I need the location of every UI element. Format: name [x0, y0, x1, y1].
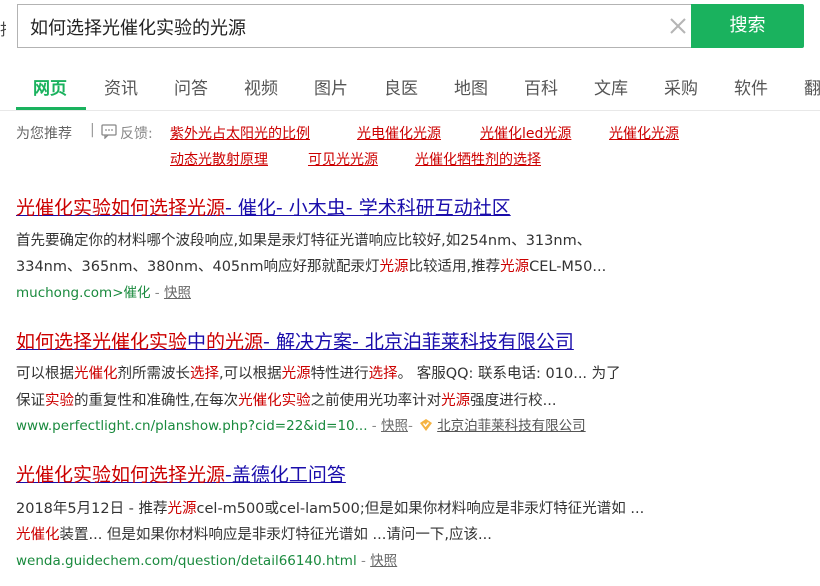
- feedback-icon[interactable]: [101, 124, 117, 139]
- snippet-text: 光催化: [74, 366, 118, 382]
- clipped-text: 找: [0, 16, 6, 40]
- result-title-text: 的光源: [206, 331, 264, 353]
- result-title-link[interactable]: 光催化实验如何选择光源- 催化- 小木虫- 学术科研互动社区: [16, 193, 511, 220]
- result-url-line: wenda.guidechem.com/question/detail66140…: [16, 549, 397, 569]
- active-tab-indicator: [16, 107, 86, 110]
- recommend-link[interactable]: 光催化牺牲剂的选择: [415, 149, 541, 169]
- result-title-text: -盖德化工问答: [225, 464, 346, 486]
- tab-map[interactable]: 地图: [454, 74, 488, 99]
- verified-icon: [420, 419, 433, 431]
- result-title-text: 光催化实验如何选择光源: [16, 197, 226, 219]
- snippet-text: 光源: [167, 501, 197, 517]
- result-url-line: muchong.com>催化 - 快照: [16, 281, 191, 301]
- result-title-text: 中: [187, 331, 207, 353]
- snippet-text: 。 客服QQ: 联系电话: 010... 为了: [397, 366, 621, 382]
- result-title-link[interactable]: 光催化实验如何选择光源-盖德化工问答: [16, 460, 346, 487]
- close-icon[interactable]: [668, 16, 688, 36]
- recommend-link[interactable]: 可见光光源: [308, 149, 378, 169]
- snippet-text: 实验: [45, 393, 74, 409]
- result-snippet: 首先要确定你的材料哪个波段响应,如果是汞灯特征光谱响应比较好,如254nm、31…: [16, 229, 591, 250]
- snippet-text: 首先要确定你的材料哪个波段响应,如果是汞灯特征光谱响应比较好,如254nm、31…: [16, 233, 592, 249]
- snippet-text: cel-m500或cel-lam500;但是如果你材料响应是非汞灯特征光谱如 .…: [196, 501, 645, 517]
- tab-purchase[interactable]: 采购: [664, 74, 698, 99]
- snippet-text: 光催化: [16, 527, 60, 543]
- url-separator: -: [407, 418, 418, 434]
- snippet-text: 装置... 但是如果你材料响应是非汞灯特征光谱如 ...请问一下,应该...: [59, 527, 492, 543]
- snapshot-link[interactable]: 快照: [164, 285, 191, 301]
- tab-translate[interactable]: 翻: [804, 74, 820, 99]
- tab-doctor[interactable]: 良医: [384, 74, 418, 99]
- result-snippet: 光催化装置... 但是如果你材料响应是非汞灯特征光谱如 ...请问一下,应该..…: [16, 523, 492, 544]
- tab-video[interactable]: 视频: [244, 74, 278, 99]
- recommend-link[interactable]: 紫外光占太阳光的比例: [170, 123, 310, 143]
- snippet-text: 之前使用光功率计对: [310, 393, 442, 409]
- snippet-text: 选择: [190, 366, 219, 382]
- tab-web[interactable]: 网页: [33, 74, 67, 99]
- company-link[interactable]: 北京泊菲莱科技有限公司: [437, 418, 586, 434]
- tab-qa[interactable]: 问答: [174, 74, 208, 99]
- snippet-text: 光源: [441, 393, 471, 409]
- snippet-text: 保证: [16, 393, 45, 409]
- snippet-text: 光源: [379, 259, 409, 275]
- result-snippet: 334nm、365nm、380nm、405nm响应好那就配汞灯光源比较适用,推荐…: [16, 255, 606, 276]
- vertical-tabs: 网页 资讯 问答 视频 图片 良医 地图 百科 文库 采购 软件 翻: [0, 64, 820, 111]
- snapshot-link[interactable]: 快照: [370, 553, 397, 569]
- snippet-text: 334nm、365nm、380nm、405nm响应好那就配汞灯: [16, 259, 380, 275]
- recommend-link[interactable]: 光催化led光源: [480, 123, 571, 143]
- snippet-text: 强度进行校...: [470, 393, 557, 409]
- result-title-text: - 催化- 小木虫- 学术科研互动社区: [225, 197, 511, 219]
- result-title-text: 光催化实验如何选择光源: [16, 464, 226, 486]
- snippet-text: 光源: [500, 259, 530, 275]
- search-input[interactable]: [30, 14, 630, 40]
- tab-news[interactable]: 资讯: [104, 74, 138, 99]
- snippet-text: 可以根据: [16, 366, 74, 382]
- url-separator: -: [356, 553, 371, 569]
- url-separator: -: [367, 418, 381, 434]
- snippet-text: CEL-M50...: [529, 259, 607, 275]
- recommend-link[interactable]: 光催化光源: [609, 123, 679, 143]
- tab-images[interactable]: 图片: [314, 74, 348, 99]
- snippet-text: 的重复性和准确性,在每次: [74, 393, 239, 409]
- result-title-link[interactable]: 如何选择光催化实验中的光源- 解决方案- 北京泊菲莱科技有限公司: [16, 327, 574, 354]
- snapshot-link[interactable]: 快照: [381, 418, 408, 434]
- recommend-link[interactable]: 动态光散射原理: [170, 149, 268, 169]
- recommend-link[interactable]: 光电催化光源: [357, 123, 441, 143]
- url-separator: -: [150, 285, 164, 301]
- search-bar: 找 搜索: [0, 0, 820, 58]
- result-title-text: - 解决方案- 北京泊菲莱科技有限公司: [263, 331, 574, 353]
- snippet-text: 光催化实验: [238, 393, 311, 409]
- snippet-text: 特性进行: [310, 366, 369, 382]
- snippet-text: 比较适用,推荐: [408, 259, 501, 275]
- search-box[interactable]: [17, 4, 691, 48]
- snippet-text: 2018年5月12日 - 推荐: [16, 501, 168, 517]
- recommend-label: 为您推荐: [16, 126, 72, 142]
- result-url-line: www.perfectlight.cn/planshow.php?cid=22&…: [16, 414, 586, 434]
- snippet-text: 选择: [368, 366, 398, 382]
- tab-wenku[interactable]: 文库: [594, 74, 628, 99]
- result-url[interactable]: muchong.com>催化: [16, 285, 151, 301]
- search-button[interactable]: 搜索: [691, 4, 804, 48]
- recommend-separator: |: [90, 122, 95, 138]
- result-url[interactable]: www.perfectlight.cn/planshow.php?cid=22&…: [16, 418, 368, 434]
- result-snippet: 可以根据光催化剂所需波长选择,可以根据光源特性进行选择。 客服QQ: 联系电话:…: [16, 362, 621, 383]
- tab-baike[interactable]: 百科: [524, 74, 558, 99]
- result-url[interactable]: wenda.guidechem.com/question/detail66140…: [16, 553, 357, 569]
- snippet-text: 剂所需波长: [117, 366, 191, 382]
- tab-software[interactable]: 软件: [734, 74, 768, 99]
- feedback-link[interactable]: 反馈:: [120, 123, 153, 143]
- result-snippet: 2018年5月12日 - 推荐光源cel-m500或cel-lam500;但是如…: [16, 497, 644, 518]
- result-title-text: 如何选择光催化实验: [16, 331, 188, 353]
- snippet-text: 光源: [281, 366, 311, 382]
- snippet-text: ,可以根据: [219, 366, 282, 382]
- result-snippet: 保证实验的重复性和准确性,在每次光催化实验之前使用光功率计对光源强度进行校...: [16, 389, 556, 410]
